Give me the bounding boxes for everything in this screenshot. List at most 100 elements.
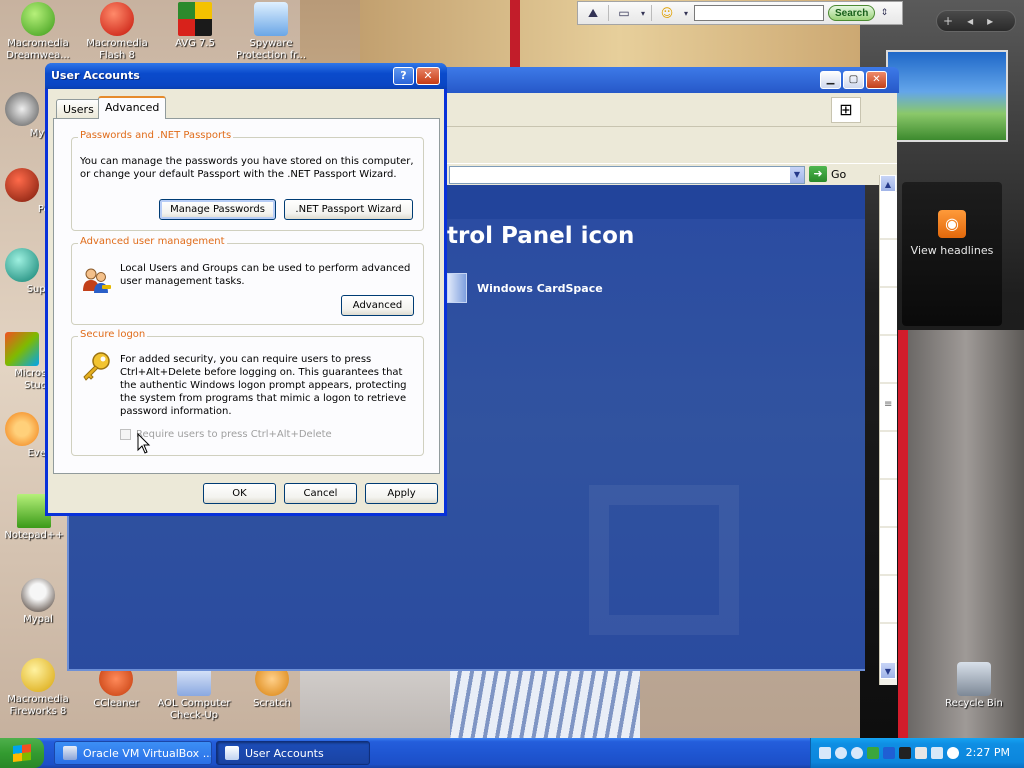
mypal-icon — [5, 92, 39, 126]
maximize-button[interactable]: ▢ — [843, 71, 864, 89]
taskbar-item-user-accounts[interactable]: User Accounts — [216, 741, 370, 765]
slideshow-gadget[interactable] — [886, 50, 1008, 142]
ctrl-alt-delete-checkbox[interactable] — [120, 429, 131, 440]
tray-display-icon[interactable] — [931, 747, 943, 759]
cardspace-label: Windows CardSpace — [477, 281, 603, 295]
peg-icon — [5, 168, 39, 202]
flashlight-icon — [254, 2, 288, 36]
taskbar-item-label: Oracle VM VirtualBox ... — [83, 746, 212, 760]
advanced-button[interactable]: Advanced — [341, 295, 414, 316]
dreamweaver-icon — [21, 2, 55, 36]
start-button[interactable] — [0, 738, 44, 768]
page-heading: trol Panel icon — [447, 223, 635, 249]
users-icon — [83, 268, 111, 293]
desktop-icon-fireworks[interactable]: Macromedia Fireworks 8 — [0, 658, 76, 718]
tray-network-icon[interactable] — [819, 747, 831, 759]
recycle-bin-icon — [957, 662, 991, 696]
dialog-title: User Accounts — [51, 69, 140, 82]
ok-button[interactable]: OK — [203, 483, 276, 504]
super-icon — [5, 248, 39, 282]
grip-icon: ≡ — [884, 399, 893, 410]
taskbar-item-virtualbox[interactable]: Oracle VM VirtualBox ... — [54, 741, 212, 765]
toolbar-scroll-icon[interactable]: ⇕ — [879, 4, 889, 22]
desktop-icon-label: Macromedia Fireworks 8 — [7, 694, 69, 717]
feeds-label: View headlines — [910, 244, 994, 257]
tray-expand-icon[interactable] — [835, 747, 847, 759]
desktop-icon-aol[interactable]: AOL Computer Check-Up — [156, 662, 232, 722]
passport-wizard-button[interactable]: .NET Passport Wizard — [284, 199, 413, 220]
studio-icon — [5, 332, 39, 366]
desktop-icon-spyware[interactable]: Spyware Protection fr... — [233, 2, 309, 62]
user-accounts-dialog: User Accounts ? ✕ Users Advanced Passwor… — [45, 63, 447, 516]
desktop-icon-flash[interactable]: Macromedia Flash 8 — [79, 2, 155, 62]
toolbar-separator — [608, 5, 609, 21]
desktop-icon-recycle-bin[interactable]: Recycle Bin — [936, 662, 1012, 710]
tray-app-icon[interactable] — [899, 747, 911, 759]
apply-button[interactable]: Apply — [365, 483, 438, 504]
scroll-down-icon[interactable]: ▼ — [880, 662, 896, 679]
system-tray: 2:27 PM — [810, 738, 1024, 768]
watermark — [589, 485, 739, 635]
cancel-button[interactable]: Cancel — [284, 483, 357, 504]
desktop-icon-dreamweaver[interactable]: Macromedia Dreamwea... — [0, 2, 76, 62]
manage-passwords-button[interactable]: Manage Passwords — [159, 199, 276, 220]
advanced-user-management-group: Advanced user management Local Users and… — [71, 236, 424, 325]
key-icon — [83, 352, 110, 381]
user-accounts-icon — [225, 746, 239, 760]
cardspace-link[interactable]: Windows CardSpace — [447, 273, 603, 303]
group-description: Local Users and Groups can be used to pe… — [120, 263, 411, 287]
previous-icon[interactable]: ◂ — [967, 14, 973, 28]
dialog-title-bar[interactable]: User Accounts ? ✕ — [45, 63, 447, 89]
tray-volume-icon[interactable] — [915, 747, 927, 759]
help-button[interactable]: ? — [393, 67, 414, 85]
chevron-down-icon[interactable]: ▼ — [790, 167, 804, 183]
desktop-icon-label: Mypal — [23, 614, 53, 625]
virtualbox-icon — [63, 746, 77, 760]
mouse-cursor-icon — [137, 433, 151, 454]
passwords-group: Passwords and .NET Passports You can man… — [71, 130, 424, 231]
magnifier-icon — [5, 412, 39, 446]
go-button[interactable]: ➜ Go — [809, 166, 846, 182]
group-title: Secure logon — [78, 329, 148, 340]
tray-monitor-icon[interactable] — [883, 747, 895, 759]
group-description: For added security, you can require user… — [120, 354, 407, 417]
desktop-icon-label: CCleaner — [93, 698, 139, 709]
desktop: Macromedia Dreamwea... Macromedia Flash … — [0, 0, 1024, 738]
group-title: Passwords and .NET Passports — [78, 130, 234, 141]
clock[interactable]: 2:27 PM — [966, 746, 1010, 759]
tray-shield-icon[interactable] — [867, 747, 879, 759]
address-field[interactable]: ▼ — [449, 166, 805, 184]
messenger-icon[interactable]: ☺ — [656, 4, 678, 22]
chevron-down-icon[interactable]: ▾ — [682, 4, 690, 22]
scroll-up-icon[interactable]: ▲ — [880, 175, 896, 192]
secure-logon-group: Secure logon For added security, you can… — [71, 329, 424, 456]
windows-logo-icon: ⊞ — [831, 97, 861, 123]
minimize-button[interactable]: ▁ — [820, 71, 841, 89]
scroll-track[interactable] — [880, 192, 897, 662]
add-gadget-icon[interactable]: + — [943, 14, 953, 28]
go-label: Go — [831, 167, 847, 181]
toolbar-up-icon[interactable]: ⛰ — [582, 4, 604, 22]
close-button[interactable]: ✕ — [866, 71, 887, 89]
desktop-icon-label: Recycle Bin — [945, 698, 1003, 709]
next-icon[interactable]: ▸ — [987, 14, 993, 28]
toolbar-search-input[interactable] — [694, 5, 824, 21]
toolbar-search-button[interactable]: Search — [828, 5, 876, 21]
desktop-icon-label: Notepad++ — [4, 530, 64, 541]
feed-headlines-gadget[interactable]: ◉ View headlines — [902, 182, 1002, 326]
tray-update-icon[interactable] — [947, 747, 959, 759]
tray-minus-icon[interactable] — [851, 747, 863, 759]
rss-icon: ◉ — [938, 210, 966, 238]
chevron-down-icon[interactable]: ▾ — [639, 4, 647, 22]
desktop-icon-avg[interactable]: AVG 7.5 — [157, 2, 233, 50]
toolbar-printer-icon[interactable]: ▭ — [613, 4, 635, 22]
desktop-icon-label: Macromedia Flash 8 — [86, 38, 148, 61]
tab-users[interactable]: Users — [56, 99, 101, 118]
tab-panel: Passwords and .NET Passports You can man… — [53, 118, 440, 474]
close-button[interactable]: ✕ — [416, 67, 440, 85]
tab-advanced[interactable]: Advanced — [98, 96, 167, 119]
desktop-icon-mypal[interactable]: Mypal — [0, 578, 76, 626]
desktop-icon-label: Spyware Protection fr... — [235, 38, 307, 61]
ctrl-alt-delete-checkbox-row[interactable]: Require users to press Ctrl+Alt+Delete — [120, 429, 332, 440]
vertical-scrollbar[interactable]: ▲ ▼ ≡ — [879, 175, 897, 685]
